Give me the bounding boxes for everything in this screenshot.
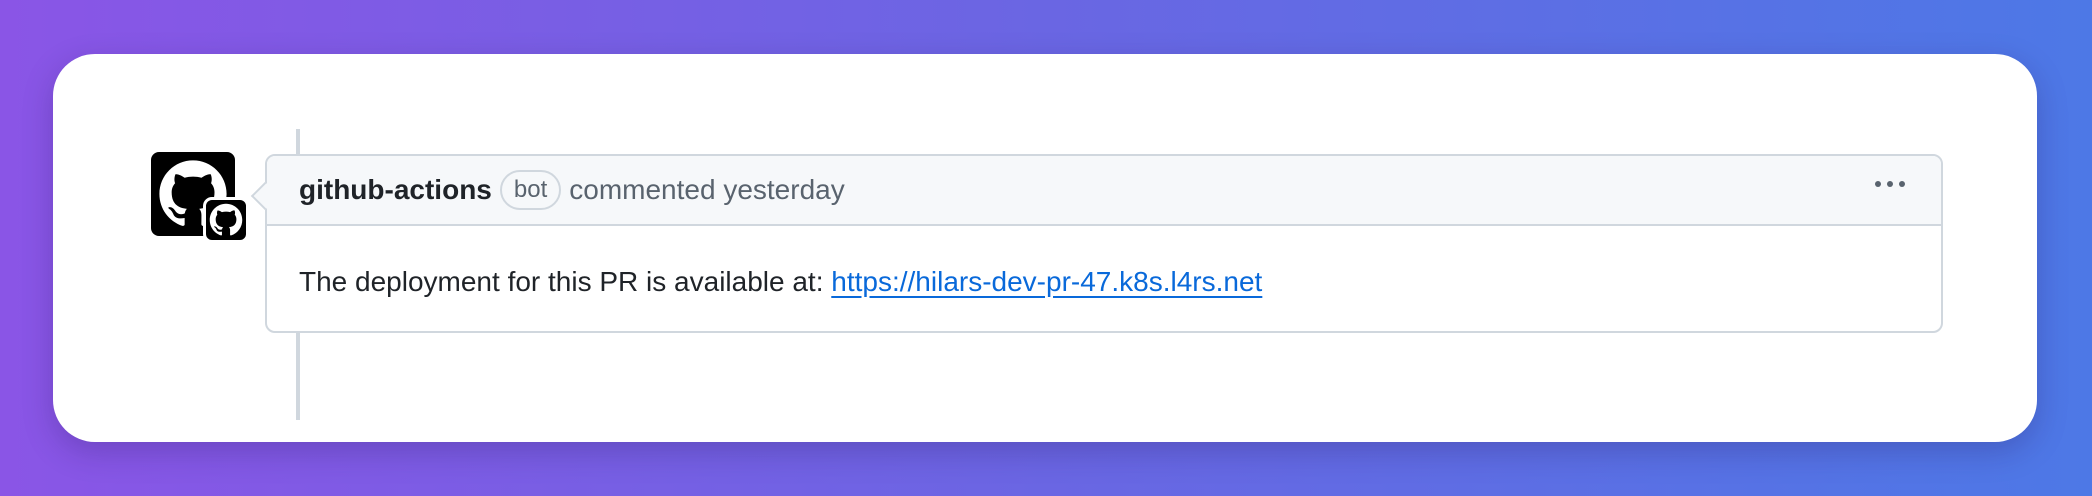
deployment-link[interactable]: https://hilars-dev-pr-47.k8s.l4rs.net xyxy=(831,266,1262,297)
kebab-dot xyxy=(1887,181,1893,187)
kebab-dot xyxy=(1899,181,1905,187)
comment-body: The deployment for this PR is available … xyxy=(299,266,1262,298)
comment-card: github-actions bot commented yesterday T… xyxy=(53,54,2037,442)
kebab-dot xyxy=(1875,181,1881,187)
timeline-line-bottom xyxy=(296,332,300,420)
bot-badge: bot xyxy=(499,170,562,210)
github-octocat-icon xyxy=(209,203,243,236)
kebab-horizontal-icon[interactable] xyxy=(1875,181,1905,187)
comment-timestamp[interactable]: commented yesterday xyxy=(569,174,844,206)
comment-author[interactable]: github-actions xyxy=(299,174,492,206)
comment-body-text: The deployment for this PR is available … xyxy=(299,266,824,297)
comment-header: github-actions bot commented yesterday xyxy=(267,156,1941,226)
app-badge xyxy=(203,197,249,243)
comment-box: github-actions bot commented yesterday T… xyxy=(250,154,1943,333)
